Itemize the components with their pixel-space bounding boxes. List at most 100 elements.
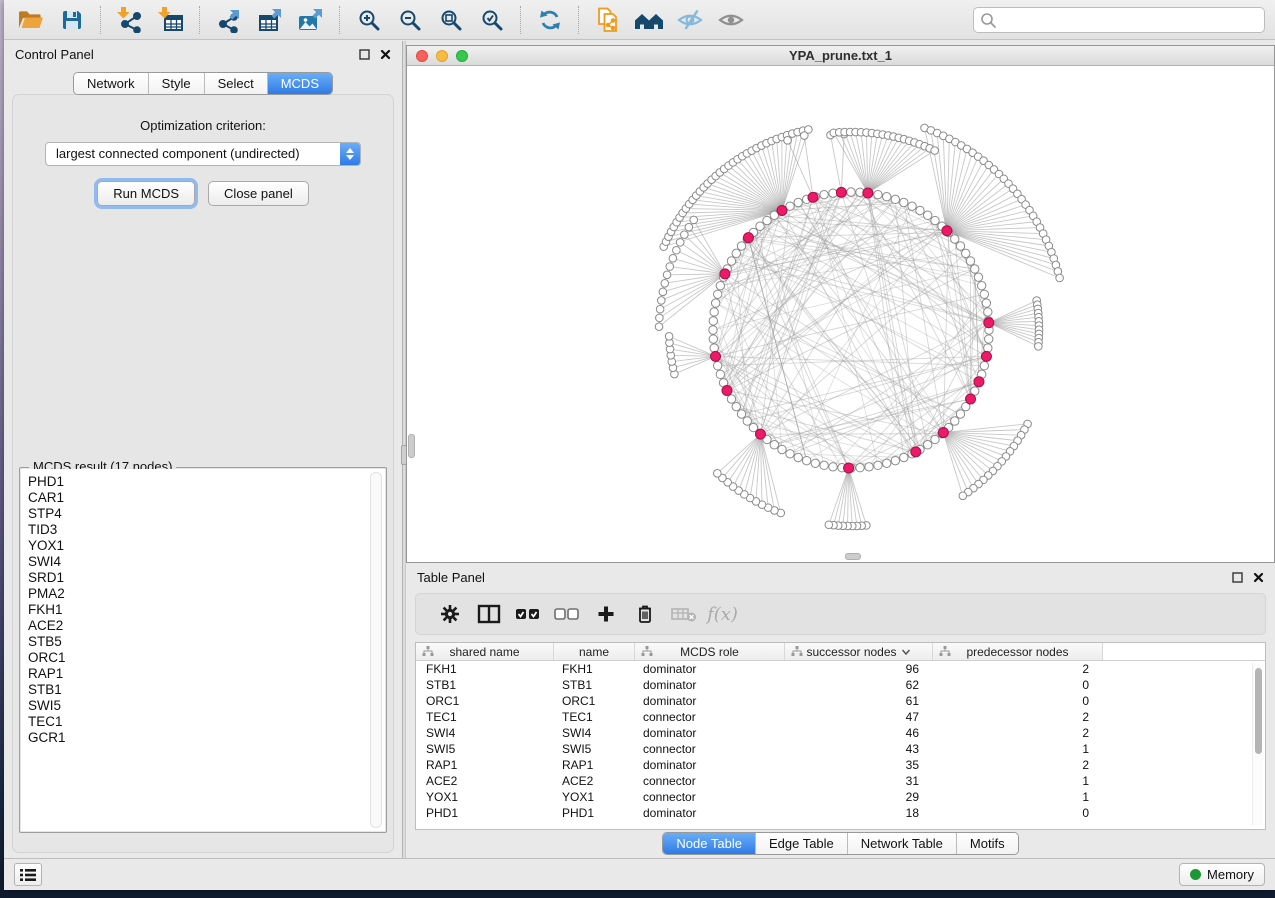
- zoom-fit-button[interactable]: [430, 3, 471, 37]
- table-settings-button[interactable]: [430, 597, 469, 631]
- first-neighbors-button[interactable]: [628, 3, 669, 37]
- canvas-vertical-scrollbar[interactable]: [408, 434, 415, 458]
- float-panel-button[interactable]: [359, 49, 370, 60]
- window-minimize-button[interactable]: [436, 50, 448, 62]
- result-node-item[interactable]: PMA2: [28, 586, 385, 602]
- dropdown-stepper-icon: [340, 143, 360, 165]
- result-node-item[interactable]: TEC1: [28, 714, 385, 730]
- zoom-selected-button[interactable]: [471, 3, 512, 37]
- export-network-icon: [216, 7, 242, 33]
- table-cell: 1: [933, 773, 1103, 789]
- export-network-button[interactable]: [208, 3, 249, 37]
- result-node-item[interactable]: GCR1: [28, 730, 385, 746]
- table-cell: connector: [635, 773, 785, 789]
- show-panels-button[interactable]: [14, 863, 42, 886]
- refresh-layout-button[interactable]: [529, 3, 570, 37]
- result-node-item[interactable]: ACE2: [28, 618, 385, 634]
- result-node-item[interactable]: FKH1: [28, 602, 385, 618]
- column-header-MCDS-role[interactable]: MCDS role: [635, 643, 785, 660]
- import-table-button[interactable]: [150, 3, 191, 37]
- tab-node-table[interactable]: Node Table: [663, 833, 755, 854]
- table-row[interactable]: TEC1TEC1connector472: [416, 709, 1265, 725]
- result-node-item[interactable]: CAR1: [28, 490, 385, 506]
- tab-motifs[interactable]: Motifs: [956, 833, 1018, 854]
- result-node-item[interactable]: PHD1: [28, 474, 385, 490]
- table-cell: 1: [933, 789, 1103, 805]
- run-mcds-button[interactable]: Run MCDS: [97, 181, 195, 206]
- function-builder-button[interactable]: f(x): [703, 597, 742, 631]
- result-node-item[interactable]: ORC1: [28, 650, 385, 666]
- table-row[interactable]: SWI4SWI4dominator462: [416, 725, 1265, 741]
- result-node-item[interactable]: SWI5: [28, 698, 385, 714]
- column-header-name[interactable]: name: [554, 643, 635, 660]
- tab-edge-table[interactable]: Edge Table: [755, 833, 847, 854]
- result-node-item[interactable]: STB1: [28, 682, 385, 698]
- zoom-fit-icon: [439, 8, 463, 32]
- export-image-button[interactable]: [290, 3, 331, 37]
- result-node-item[interactable]: YOX1: [28, 538, 385, 554]
- table-row[interactable]: PHD1PHD1dominator180: [416, 805, 1265, 821]
- open-file-button[interactable]: [10, 3, 51, 37]
- table-row[interactable]: RAP1RAP1dominator352: [416, 757, 1265, 773]
- result-node-item[interactable]: RAP1: [28, 666, 385, 682]
- tab-network-table[interactable]: Network Table: [847, 833, 956, 854]
- float-table-panel-button[interactable]: [1232, 572, 1243, 583]
- deselect-all-button[interactable]: [547, 597, 586, 631]
- add-column-button[interactable]: [586, 597, 625, 631]
- result-node-item[interactable]: STP4: [28, 506, 385, 522]
- result-node-item[interactable]: SWI4: [28, 554, 385, 570]
- select-all-button[interactable]: [508, 597, 547, 631]
- table-cell: 0: [933, 677, 1103, 693]
- result-list-scrollbar[interactable]: [370, 472, 382, 828]
- table-cell: FKH1: [416, 661, 554, 677]
- open-folder-icon: [17, 8, 44, 32]
- zoom-selected-icon: [480, 8, 504, 32]
- window-maximize-button[interactable]: [456, 50, 468, 62]
- zoom-in-button[interactable]: [348, 3, 389, 37]
- tab-style[interactable]: Style: [148, 73, 204, 94]
- result-node-item[interactable]: SRD1: [28, 570, 385, 586]
- result-node-item[interactable]: STB5: [28, 634, 385, 650]
- table-cell: ACE2: [554, 773, 635, 789]
- memory-button[interactable]: Memory: [1179, 863, 1265, 886]
- close-panel-x-button[interactable]: [380, 49, 391, 60]
- mcds-result-list[interactable]: PHD1CAR1STP4TID3YOX1SWI4SRD1PMA2FKH1ACE2…: [21, 469, 385, 831]
- result-node-item[interactable]: TID3: [28, 522, 385, 538]
- window-close-button[interactable]: [416, 50, 428, 62]
- table-row[interactable]: STB1STB1dominator620: [416, 677, 1265, 693]
- zoom-out-button[interactable]: [389, 3, 430, 37]
- show-column-button[interactable]: [469, 597, 508, 631]
- table-row[interactable]: ACE2ACE2connector311: [416, 773, 1265, 789]
- save-session-button[interactable]: [51, 3, 92, 37]
- close-table-panel-button[interactable]: [1253, 572, 1264, 583]
- table-scrollbar-thumb[interactable]: [1255, 668, 1262, 754]
- export-table-button[interactable]: [249, 3, 290, 37]
- column-header-successor-nodes[interactable]: successor nodes: [785, 643, 933, 660]
- delete-column-button[interactable]: [625, 597, 664, 631]
- tab-select[interactable]: Select: [204, 73, 267, 94]
- canvas-horizontal-scrollbar[interactable]: [845, 553, 861, 560]
- columns-icon: [477, 604, 501, 624]
- show-all-button[interactable]: [710, 3, 751, 37]
- tab-network[interactable]: Network: [74, 73, 148, 94]
- table-row[interactable]: FKH1FKH1dominator962: [416, 661, 1265, 677]
- network-graph[interactable]: [407, 66, 1274, 562]
- table-row[interactable]: ORC1ORC1dominator610: [416, 693, 1265, 709]
- close-panel-button[interactable]: Close panel: [208, 181, 309, 206]
- network-canvas[interactable]: [407, 66, 1274, 562]
- duplicate-network-button[interactable]: [587, 3, 628, 37]
- import-network-button[interactable]: [109, 3, 150, 37]
- hide-selected-button[interactable]: [669, 3, 710, 37]
- network-window-titlebar[interactable]: YPA_prune.txt_1: [407, 46, 1274, 66]
- column-header-predecessor-nodes[interactable]: predecessor nodes: [933, 643, 1103, 660]
- table-row[interactable]: SWI5SWI5connector431: [416, 741, 1265, 757]
- delete-table-button[interactable]: [664, 597, 703, 631]
- search-input[interactable]: [973, 7, 1265, 33]
- table-cell: connector: [635, 741, 785, 757]
- table-scrollbar-track[interactable]: [1252, 663, 1263, 825]
- criterion-dropdown[interactable]: largest connected component (undirected): [45, 142, 361, 166]
- trash-icon: [635, 603, 655, 625]
- table-row[interactable]: YOX1YOX1connector291: [416, 789, 1265, 805]
- column-header-shared-name[interactable]: shared name: [416, 643, 554, 660]
- tab-mcds[interactable]: MCDS: [267, 73, 332, 94]
